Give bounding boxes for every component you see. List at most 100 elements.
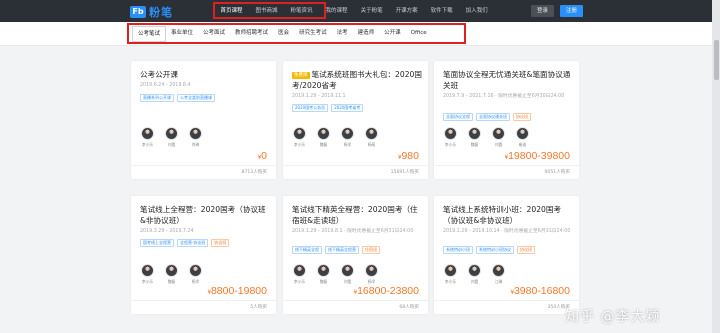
brand-logo[interactable]: Fb 粉笔 — [130, 5, 173, 19]
tab-civil-interview[interactable]: 公考面试 — [198, 26, 230, 42]
teacher[interactable]: 李小乐 — [140, 264, 155, 285]
register-button[interactable]: 注册 — [560, 5, 583, 17]
nav-item-home-courses[interactable]: 首页课程 — [214, 0, 249, 22]
tab-graduate-exam[interactable]: 研究生考试 — [294, 26, 332, 42]
teacher[interactable]: 徐琦 — [188, 127, 203, 148]
course-card[interactable]: 笔面协议全程无忧通关班&笔面协议通关班 2019.7.9 - 2021.7.16… — [434, 61, 579, 179]
logo-text: 粉笔 — [149, 5, 173, 19]
teacher-name: 江琳 — [494, 279, 503, 284]
course-price: ¥3980-16800 — [511, 281, 570, 299]
tab-open-class[interactable]: 公开课 — [379, 26, 406, 42]
login-button[interactable]: 登录 — [531, 5, 554, 17]
avatar — [293, 127, 306, 140]
tab-law-exam[interactable]: 法考 — [332, 26, 353, 42]
teacher[interactable]: 刘霞 — [164, 127, 179, 148]
price-amount: 980 — [401, 150, 419, 162]
nav-item-join-us[interactable]: 加入我们 — [459, 0, 494, 22]
avatar — [365, 264, 378, 277]
teacher[interactable]: 崔琰 — [515, 127, 530, 148]
nav-item-book-store[interactable]: 图书商城 — [249, 0, 284, 22]
teacher-list: 李小乐 魏磊 杨学 杨萌 — [292, 127, 379, 148]
teacher-name: 魏磊 — [319, 142, 328, 147]
enroll-count: 15691人购买 — [390, 170, 419, 175]
course-card[interactable]: 笔试线下精英全程营：2020国考（住宿班&走读班） 2019.1.29 - 20… — [283, 196, 428, 314]
enroll-count: 5人购买 — [250, 305, 267, 310]
teacher[interactable]: 刘霞 — [467, 264, 482, 285]
top-navigation-bar: Fb 粉笔 首页课程 图书商城 粉笔资讯 我的课程 关于粉笔 开课方案 软件下载… — [0, 0, 720, 22]
course-card[interactable]: 笔试线上系统特训小班：2020国考（协议班&非协议班） 2019.1.29 - … — [434, 196, 579, 314]
teacher[interactable]: 李小乐 — [292, 264, 307, 285]
teacher[interactable]: 魏磊 — [164, 264, 179, 285]
tab-office[interactable]: Office — [406, 26, 432, 42]
teacher-name: 李小乐 — [444, 279, 457, 284]
nav-item-news[interactable]: 粉笔资讯 — [284, 0, 319, 22]
teacher-name: 杨学 — [343, 142, 352, 147]
course-badge: 协议班 — [517, 246, 535, 254]
course-badges: 系统特训小班 系统特训小班协议 协议班 — [443, 246, 535, 254]
category-bar: 公考笔试 事业单位 公考面试 教师招聘考试 医会 研究生考试 法考 建造师 公开… — [0, 22, 720, 46]
card-divider — [283, 300, 428, 301]
course-date: 2019.1.29 - 2019.10.14 · 限时优惠截止至6月31日24:… — [443, 229, 571, 234]
course-price: ¥0 — [258, 146, 267, 164]
course-badge: 系统特训小班协议 — [476, 246, 514, 254]
teacher[interactable]: 杨学 — [188, 264, 203, 285]
tab-constructor[interactable]: 建造师 — [353, 26, 380, 42]
nav-item-about[interactable]: 关于粉笔 — [354, 0, 389, 22]
avatar — [444, 127, 457, 140]
teacher-name: 李小乐 — [444, 142, 457, 147]
course-badges: 2020国考公务员 2020国考省考 — [292, 104, 364, 112]
teacher[interactable]: 刘霞 — [491, 127, 506, 148]
avatar — [341, 127, 354, 140]
tab-medical[interactable]: 医会 — [273, 26, 294, 42]
course-badges: 全面协议全程 全面协议通关班 协议班 — [443, 113, 531, 121]
tab-teacher-recruitment[interactable]: 教师招聘考试 — [230, 26, 273, 42]
teacher-name: 刘霞 — [343, 279, 352, 284]
avatar — [293, 264, 306, 277]
course-title-text: 笔试系统班图书大礼包：2020国考/2020省考 — [292, 70, 422, 90]
nav-item-my-courses[interactable]: 我的课程 — [319, 0, 354, 22]
course-badge: 2020国考公务员 — [292, 104, 329, 112]
teacher[interactable]: 魏磊 — [316, 264, 331, 285]
teacher[interactable]: 李小乐 — [443, 264, 458, 285]
teacher-name: 杨学 — [191, 279, 200, 284]
course-badges: 线下精英全程 线下精英全程营 住宿班 — [292, 246, 380, 254]
enroll-count: 9051人购买 — [544, 170, 570, 175]
course-card[interactable]: 公考公开课 2019.6.24 - 2019.8.4 直播系列公开课 公考全类别… — [131, 61, 276, 179]
teacher[interactable]: 魏磊 — [467, 127, 482, 148]
teacher-name: 刘霞 — [167, 142, 176, 147]
course-card[interactable]: 免费课 笔试系统班图书大礼包：2020国考/2020省考 2019.1.29 - … — [283, 61, 428, 179]
teacher[interactable]: 魏磊 — [316, 127, 331, 148]
teacher[interactable]: 刘霞 — [340, 264, 355, 285]
teacher[interactable]: 江琳 — [491, 264, 506, 285]
course-price: ¥16800-23800 — [354, 281, 419, 299]
course-card[interactable]: 笔试线上全程营：2020国考（协议班&非协议班） 2019.3.29 - 201… — [131, 196, 276, 314]
course-badge: 全程营·协议班 — [177, 239, 209, 247]
avatar — [492, 264, 505, 277]
teacher[interactable]: 李小乐 — [292, 127, 307, 148]
teacher[interactable]: 李小乐 — [443, 127, 458, 148]
card-divider — [434, 165, 579, 166]
nav-item-plans[interactable]: 开课方案 — [389, 0, 424, 22]
teacher[interactable]: 杨萌 — [364, 127, 379, 148]
course-badge: 全面协议全程 — [443, 113, 473, 121]
teacher[interactable]: 杨学 — [340, 127, 355, 148]
avatar — [165, 127, 178, 140]
free-tag: 免费课 — [292, 72, 310, 79]
category-tabs: 公考笔试 事业单位 公考面试 教师招聘考试 医会 研究生考试 法考 建造师 公开… — [132, 26, 432, 42]
teacher-name: 李小乐 — [293, 142, 306, 147]
price-amount: 3980-16800 — [513, 285, 570, 297]
course-badges: 直播系列公开课 公考全类别直播课 — [140, 94, 215, 102]
avatar — [189, 264, 202, 277]
tab-public-institution[interactable]: 事业单位 — [166, 26, 198, 42]
card-divider — [131, 165, 276, 166]
teacher-name: 刘霞 — [494, 142, 503, 147]
teacher-name: 魏磊 — [167, 279, 176, 284]
nav-item-download[interactable]: 软件下载 — [424, 0, 459, 22]
course-price: ¥19800-39800 — [505, 146, 570, 164]
tab-civil-written[interactable]: 公考笔试 — [132, 26, 167, 42]
teacher-list: 李小乐 刘霞 江琳 — [443, 264, 506, 285]
teacher[interactable]: 李小乐 — [140, 127, 155, 148]
avatar — [365, 127, 378, 140]
scrollbar-thumb[interactable] — [714, 40, 719, 80]
card-divider — [131, 300, 276, 301]
